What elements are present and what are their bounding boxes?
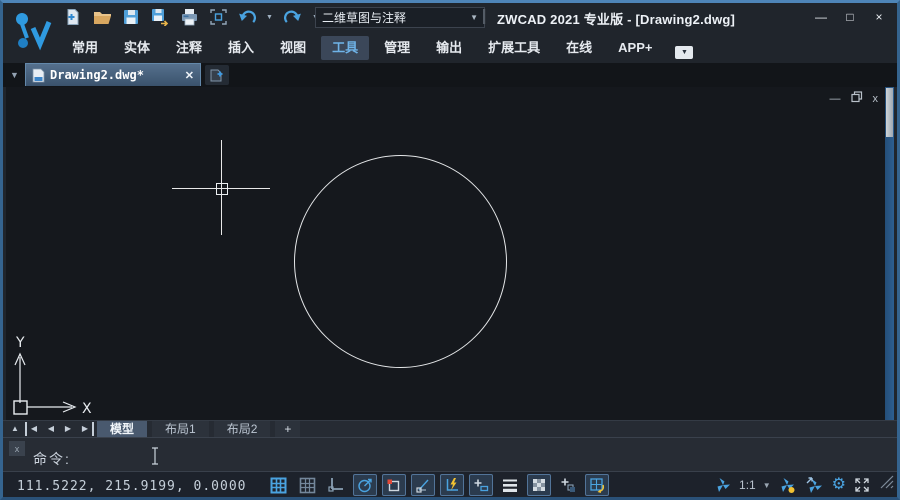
status-toggle-tray: [266, 474, 609, 496]
drawing-canvas[interactable]: — x Y X: [6, 87, 894, 420]
drawing-close-button[interactable]: x: [873, 92, 879, 106]
new-document-tab-button[interactable]: [205, 65, 229, 85]
ribbon-tab-output[interactable]: 输出: [423, 33, 475, 63]
layout-tab-layout2[interactable]: 布局2: [214, 421, 271, 437]
workspace-caret-icon: ▼: [470, 13, 478, 22]
drawing-window-controls: — x: [830, 91, 879, 107]
title-separator: [483, 9, 486, 24]
dynamic-input-icon[interactable]: [469, 474, 493, 496]
ribbon-tab-view[interactable]: 视图: [267, 33, 319, 63]
undo-icon[interactable]: [237, 7, 257, 27]
print-preview-icon[interactable]: [208, 7, 228, 27]
redo-icon[interactable]: [283, 7, 303, 27]
ribbon-tab-manage[interactable]: 管理: [371, 33, 423, 63]
ribbon-tab-express[interactable]: 扩展工具: [475, 33, 553, 63]
minimize-button[interactable]: —: [811, 8, 831, 26]
annotation-scale-icon[interactable]: [714, 474, 732, 496]
polar-tracking-icon[interactable]: [353, 474, 377, 496]
new-file-icon[interactable]: [63, 7, 83, 27]
circle-entity: [294, 155, 507, 368]
app-logo[interactable]: [9, 6, 57, 58]
annotation-visibility-icon[interactable]: [778, 474, 798, 496]
crosshair-pickbox: [216, 183, 228, 195]
document-tab-active[interactable]: Drawing2.dwg* ✕: [25, 63, 201, 86]
layout-tab-bar: ▲ ◀ ◀ ▶ ▶ 模型 布局1 布局2 +: [3, 420, 897, 437]
dwg-file-icon: [32, 68, 45, 83]
ortho-icon[interactable]: [324, 474, 348, 496]
command-prompt: 命令:: [33, 449, 71, 469]
point-display-icon[interactable]: [556, 474, 580, 496]
coordinates-display[interactable]: 111.5222, 215.9199, 0.0000: [17, 479, 247, 494]
zwcad-window: ▼ ▼ ? 二维草图与注释 ▼ ZWCAD 2021 专业版 - [Drawin…: [0, 0, 900, 500]
model-paper-toggle-icon[interactable]: [585, 474, 609, 496]
ribbon-collapse-icon[interactable]: ▼: [675, 46, 693, 59]
last-layout-icon[interactable]: ▶: [78, 422, 94, 436]
settings-gear-icon[interactable]: ⚙: [832, 477, 846, 493]
prev-layout-icon[interactable]: ◀: [44, 422, 58, 436]
undo-dropdown-caret[interactable]: ▼: [266, 14, 274, 21]
fullscreen-icon[interactable]: [853, 474, 871, 496]
drawing-restore-button[interactable]: [851, 91, 863, 107]
layout-tab-model[interactable]: 模型: [97, 421, 147, 437]
ribbon-tab-online[interactable]: 在线: [553, 33, 605, 63]
lineweight-icon[interactable]: [498, 474, 522, 496]
ribbon-tab-tools[interactable]: 工具: [321, 36, 369, 60]
annotation-scale-value[interactable]: 1:1: [739, 478, 756, 492]
object-tracking-icon[interactable]: [411, 474, 435, 496]
doc-tabs-menu-icon[interactable]: ▼: [10, 70, 19, 80]
print-icon[interactable]: [179, 7, 199, 27]
drawing-minimize-button[interactable]: —: [830, 92, 841, 106]
document-tab-bar: ▼ Drawing2.dwg* ✕: [3, 63, 897, 87]
scrollbar-thumb[interactable]: [886, 88, 893, 137]
object-snap-icon[interactable]: [382, 474, 406, 496]
command-line-panel[interactable]: x 命令:: [3, 437, 897, 472]
first-layout-icon[interactable]: ◀: [25, 422, 41, 436]
window-title: ZWCAD 2021 专业版 - [Drawing2.dwg]: [497, 9, 735, 28]
title-bar: ▼ ▼ ? 二维草图与注释 ▼ ZWCAD 2021 专业版 - [Drawin…: [3, 3, 897, 30]
ucs-x-label: X: [82, 401, 92, 417]
window-controls: — □ ×: [811, 8, 889, 26]
command-close-icon[interactable]: x: [9, 441, 25, 456]
next-layout-icon[interactable]: ▶: [61, 422, 75, 436]
vertical-scrollbar[interactable]: [885, 87, 894, 420]
ucs-y-label: Y: [15, 335, 25, 351]
open-folder-icon[interactable]: [92, 7, 112, 27]
close-button[interactable]: ×: [869, 8, 889, 26]
resize-grip[interactable]: [880, 475, 894, 494]
document-tab-close-icon[interactable]: ✕: [185, 69, 194, 82]
maximize-button[interactable]: □: [840, 8, 860, 26]
grid-icon[interactable]: [266, 474, 290, 496]
ucs-icon: Y X: [8, 331, 100, 420]
ribbon-tab-solid[interactable]: 实体: [111, 33, 163, 63]
save-icon[interactable]: [121, 7, 141, 27]
ribbon-tab-insert[interactable]: 插入: [215, 33, 267, 63]
auto-annotation-icon[interactable]: [805, 474, 825, 496]
layout-tab-layout1[interactable]: 布局1: [152, 421, 209, 437]
status-right-tray: 1:1 ▼ ⚙: [714, 474, 871, 496]
annotation-scale-caret-icon[interactable]: ▼: [763, 481, 771, 490]
snap-icon[interactable]: [295, 474, 319, 496]
status-bar: 111.5222, 215.9199, 0.0000: [3, 471, 897, 497]
workspace-selector[interactable]: 二维草图与注释 ▼: [315, 7, 485, 28]
save-as-icon[interactable]: [150, 7, 170, 27]
layout-tab-new[interactable]: +: [275, 421, 300, 437]
document-tab-label: Drawing2.dwg*: [50, 68, 144, 82]
ribbon-tab-bar: 常用 实体 注释 插入 视图 工具 管理 输出 扩展工具 在线 APP+ ▼: [59, 33, 693, 63]
quick-access-toolbar: ▼ ▼ ?: [63, 6, 346, 28]
dynamic-ucs-icon[interactable]: [440, 474, 464, 496]
layout-collapse-icon[interactable]: ▲: [8, 422, 22, 436]
ribbon-tab-app[interactable]: APP+: [605, 33, 665, 63]
ribbon-tab-annotate[interactable]: 注释: [163, 33, 215, 63]
ribbon-tab-home[interactable]: 常用: [59, 33, 111, 63]
workspace-selector-value: 二维草图与注释: [322, 9, 406, 26]
text-cursor-icon: [150, 447, 160, 470]
transparency-icon[interactable]: [527, 474, 551, 496]
